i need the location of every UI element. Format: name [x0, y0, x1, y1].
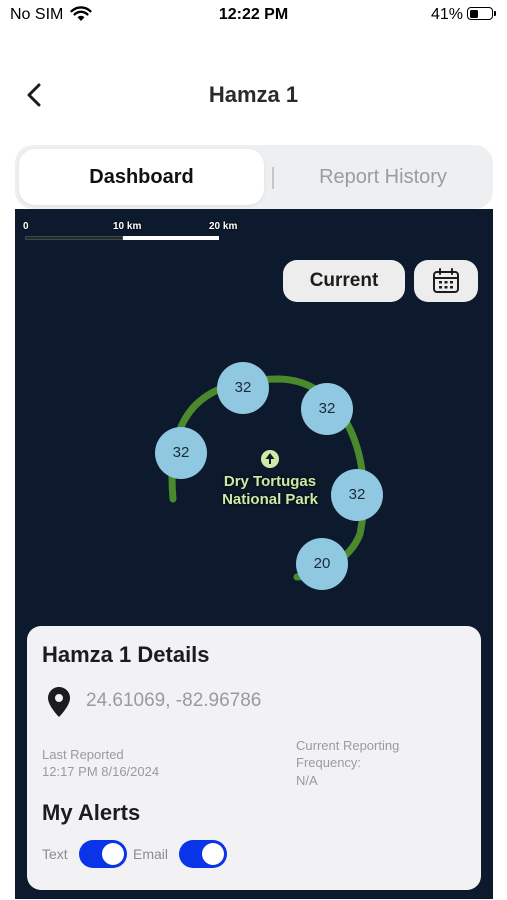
calendar-button[interactable]: [414, 260, 478, 302]
location-pin-icon: [48, 687, 70, 717]
battery-fill: [469, 9, 479, 18]
tab-dashboard[interactable]: Dashboard: [19, 149, 264, 205]
last-reported-value: 12:17 PM 8/16/2024: [42, 764, 160, 779]
map-cluster-marker[interactable]: 32: [217, 362, 269, 414]
tab-divider: [272, 167, 274, 189]
tab-report-history[interactable]: Report History: [277, 149, 489, 205]
navigation-bar: Hamza 1: [0, 68, 507, 122]
map-cluster-marker[interactable]: 32: [155, 427, 207, 479]
park-label: Dry Tortugas National Park: [205, 449, 335, 509]
scale-bar-dark: [25, 236, 123, 240]
calendar-icon: [433, 268, 459, 293]
alerts-title: My Alerts: [42, 800, 141, 825]
text-alert-toggle[interactable]: [79, 840, 127, 868]
current-button[interactable]: Current: [283, 260, 405, 302]
page-title: Hamza 1: [208, 82, 299, 107]
battery-tip: [494, 11, 496, 16]
toggle-knob: [202, 843, 224, 865]
text-alert-label: Text: [42, 846, 68, 862]
email-alert-label: Email: [133, 846, 169, 862]
status-bar: No SIM 12:22 PM 41%: [0, 0, 507, 32]
map-cluster-marker[interactable]: 32: [301, 383, 353, 435]
details-title: Hamza 1 Details: [42, 642, 210, 667]
scale-label-0: 0: [23, 221, 29, 232]
details-card: Hamza 1 Details 24.61069, -82.96786 Last…: [27, 626, 481, 890]
map-cluster-marker[interactable]: 20: [296, 538, 348, 590]
battery-icon: [467, 7, 493, 20]
coordinates-value: 24.61069, -82.96786: [86, 690, 262, 711]
last-reported-label: Last Reported: [42, 747, 124, 762]
map-cluster-marker[interactable]: 32: [331, 469, 383, 521]
segmented-control: Dashboard Report History: [15, 145, 493, 209]
park-name-line1: Dry Tortugas: [223, 473, 317, 490]
park-tree-icon: [261, 450, 279, 468]
park-name-line2: National Park: [222, 491, 318, 508]
map-scale: 0 10 km 20 km: [23, 221, 243, 243]
frequency-label-line1: Current Reporting: [296, 738, 400, 753]
scale-bar-light: [123, 236, 219, 240]
frequency-value: N/A: [296, 773, 318, 788]
email-alert-toggle[interactable]: [179, 840, 227, 868]
battery-percent: 41%: [431, 6, 464, 23]
frequency-label-line2: Frequency:: [296, 755, 362, 770]
scale-label-20: 20 km: [209, 221, 238, 232]
toggle-knob: [102, 843, 124, 865]
scale-label-10: 10 km: [113, 221, 142, 232]
